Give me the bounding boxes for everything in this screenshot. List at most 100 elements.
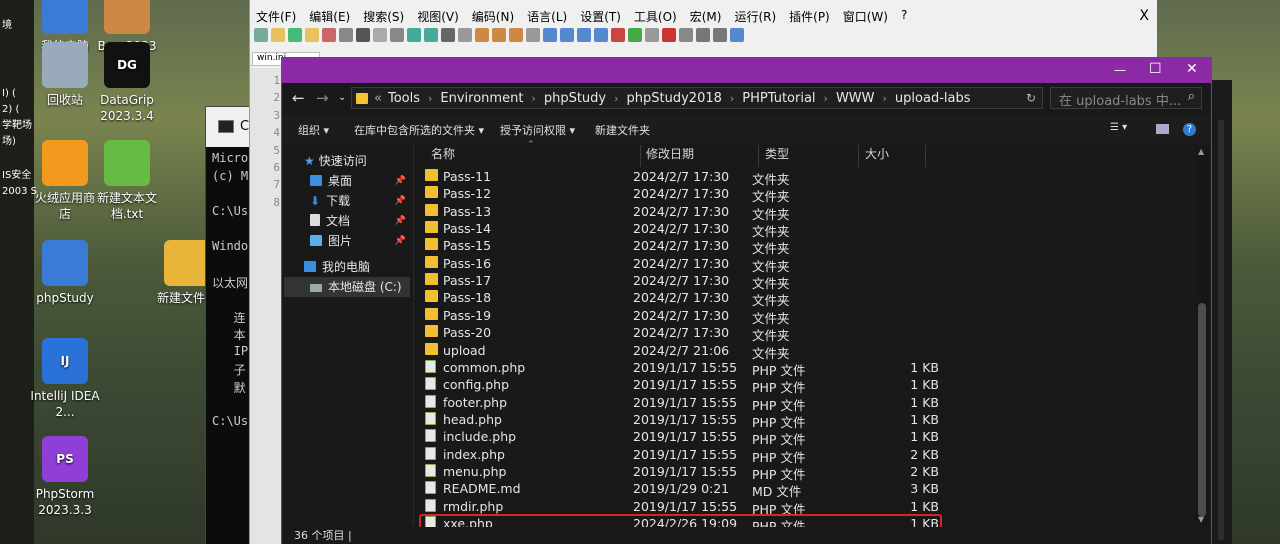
file-row[interactable]: rmdir.php 2019/1/17 15:55 PHP 文件 1 KB bbox=[421, 498, 949, 517]
toolbar-button-icon[interactable] bbox=[611, 28, 625, 42]
toolbar-button-icon[interactable] bbox=[407, 28, 421, 42]
menu-item[interactable]: 插件(P) bbox=[789, 8, 830, 28]
toolbar-button-icon[interactable] bbox=[322, 28, 336, 42]
toolbar-button-icon[interactable] bbox=[645, 28, 659, 42]
toolbar-button-icon[interactable] bbox=[628, 28, 642, 42]
new-folder-button[interactable]: 新建文件夹 bbox=[595, 122, 650, 138]
toolbar-button-icon[interactable] bbox=[288, 28, 302, 42]
menu-item[interactable]: ? bbox=[901, 8, 907, 28]
desktop-item[interactable]: 桌面 📌 bbox=[310, 171, 410, 191]
pane-divider[interactable] bbox=[413, 145, 414, 525]
column-header-date[interactable]: 修改日期 bbox=[646, 145, 694, 165]
recent-locations-icon[interactable]: ⌄ bbox=[338, 92, 346, 103]
toolbar-button-icon[interactable] bbox=[730, 28, 744, 42]
column-header-type[interactable]: 类型 bbox=[765, 145, 789, 165]
local-disk-item[interactable]: 本地磁盘 (C:) bbox=[284, 277, 410, 297]
downloads-item[interactable]: ⬇ 下载 📌 bbox=[310, 191, 410, 211]
maximize-button[interactable]: ☐ bbox=[1149, 61, 1162, 77]
toolbar-button-icon[interactable] bbox=[509, 28, 523, 42]
notepad-close-button[interactable]: X bbox=[1139, 8, 1149, 24]
toolbar-button-icon[interactable] bbox=[594, 28, 608, 42]
file-row[interactable]: Pass-19 2024/2/7 17:30 文件夹 bbox=[421, 307, 949, 326]
breadcrumb-chevron-icon[interactable]: › bbox=[730, 92, 734, 105]
menu-item[interactable]: 宏(M) bbox=[690, 8, 722, 28]
menu-item[interactable]: 文件(F) bbox=[256, 8, 296, 28]
huorong-store-shortcut[interactable]: 火绒应用商店 bbox=[30, 140, 100, 222]
breadcrumb-item[interactable]: WWW bbox=[836, 91, 875, 106]
file-row[interactable]: common.php 2019/1/17 15:55 PHP 文件 1 KB bbox=[421, 359, 949, 378]
file-row[interactable]: config.php 2019/1/17 15:55 PHP 文件 1 KB bbox=[421, 376, 949, 395]
phpstudy-shortcut[interactable]: phpStudy bbox=[30, 240, 100, 306]
breadcrumb-item[interactable]: Environment bbox=[440, 91, 523, 106]
toolbar-button-icon[interactable] bbox=[662, 28, 676, 42]
menu-item[interactable]: 窗口(W) bbox=[843, 8, 888, 28]
breadcrumb-chevron-icon[interactable]: › bbox=[428, 92, 432, 105]
file-row[interactable]: head.php 2019/1/17 15:55 PHP 文件 1 KB bbox=[421, 411, 949, 430]
search-icon[interactable]: ⌕ bbox=[1188, 89, 1195, 104]
toolbar-button-icon[interactable] bbox=[356, 28, 370, 42]
toolbar-button-icon[interactable] bbox=[492, 28, 506, 42]
menu-item[interactable]: 工具(O) bbox=[634, 8, 677, 28]
column-divider[interactable] bbox=[640, 145, 641, 167]
file-row[interactable]: upload 2024/2/7 21:06 文件夹 bbox=[421, 342, 949, 361]
file-row[interactable]: footer.php 2019/1/17 15:55 PHP 文件 1 KB bbox=[421, 394, 949, 413]
toolbar-button-icon[interactable] bbox=[679, 28, 693, 42]
column-divider[interactable] bbox=[858, 145, 859, 167]
phpstorm-shortcut[interactable]: PS PhpStorm 2023.3.3 bbox=[30, 436, 100, 518]
search-input[interactable]: 在 upload-labs 中... ⌕ bbox=[1050, 87, 1202, 109]
recycle-bin-shortcut[interactable]: 回收站 bbox=[30, 42, 100, 108]
help-icon[interactable]: ? bbox=[1183, 123, 1196, 136]
column-header-size[interactable]: 大小 bbox=[865, 145, 889, 165]
file-row[interactable]: Pass-18 2024/2/7 17:30 文件夹 bbox=[421, 289, 949, 308]
menu-item[interactable]: 语言(L) bbox=[527, 8, 567, 28]
file-row[interactable]: Pass-20 2024/2/7 17:30 文件夹 bbox=[421, 324, 949, 343]
scrollbar-thumb[interactable] bbox=[1198, 303, 1206, 517]
file-row[interactable]: Pass-17 2024/2/7 17:30 文件夹 bbox=[421, 272, 949, 291]
address-bar[interactable]: « Tools › Environment › phpStudy › phpStudy201… bbox=[351, 87, 1043, 109]
quick-access-item[interactable]: ★ 快速访问 bbox=[304, 151, 367, 171]
toolbar-button-icon[interactable] bbox=[696, 28, 710, 42]
toolbar-button-icon[interactable] bbox=[543, 28, 557, 42]
file-row[interactable]: include.php 2019/1/17 15:55 PHP 文件 1 KB bbox=[421, 428, 949, 447]
column-header-name[interactable]: 名称 bbox=[431, 145, 455, 165]
file-row[interactable]: menu.php 2019/1/17 15:55 PHP 文件 2 KB bbox=[421, 463, 949, 482]
scroll-down-arrow-icon[interactable]: ▼ bbox=[1198, 515, 1204, 524]
file-row[interactable]: Pass-14 2024/2/7 17:30 文件夹 bbox=[421, 220, 949, 239]
column-divider[interactable] bbox=[925, 145, 926, 167]
file-row[interactable]: Pass-16 2024/2/7 17:30 文件夹 bbox=[421, 255, 949, 274]
file-row[interactable]: Pass-13 2024/2/7 17:30 文件夹 bbox=[421, 203, 949, 222]
toolbar-button-icon[interactable] bbox=[271, 28, 285, 42]
explorer-titlebar[interactable]: — ☐ ✕ bbox=[282, 57, 1211, 83]
toolbar-button-icon[interactable] bbox=[577, 28, 591, 42]
toolbar-button-icon[interactable] bbox=[305, 28, 319, 42]
menu-item[interactable]: 搜索(S) bbox=[363, 8, 404, 28]
include-in-library-button[interactable]: 在库中包含所选的文件夹 ▾ bbox=[354, 122, 484, 138]
forward-arrow-icon[interactable]: → bbox=[316, 89, 329, 107]
toolbar-button-icon[interactable] bbox=[441, 28, 455, 42]
toolbar-button-icon[interactable] bbox=[713, 28, 727, 42]
breadcrumb-chevron-icon[interactable]: › bbox=[883, 92, 887, 105]
minimize-button[interactable]: — bbox=[1114, 63, 1126, 77]
documents-item[interactable]: 文档 📌 bbox=[310, 211, 410, 231]
datagrip-shortcut[interactable]: DG DataGrip 2023.3.4 bbox=[92, 42, 162, 124]
preview-pane-icon[interactable] bbox=[1156, 124, 1169, 134]
file-row[interactable]: Pass-12 2024/2/7 17:30 文件夹 bbox=[421, 185, 949, 204]
breadcrumb-item[interactable]: Tools bbox=[388, 91, 420, 106]
pictures-item[interactable]: 图片 📌 bbox=[310, 231, 410, 251]
breadcrumb-item[interactable]: PHPTutorial bbox=[742, 91, 815, 106]
toolbar-button-icon[interactable] bbox=[475, 28, 489, 42]
intellij-idea-shortcut[interactable]: IJ IntelliJ IDEA 2... bbox=[30, 338, 100, 420]
toolbar-button-icon[interactable] bbox=[560, 28, 574, 42]
toolbar-button-icon[interactable] bbox=[339, 28, 353, 42]
breadcrumb-item[interactable]: upload-labs bbox=[895, 91, 971, 106]
toolbar-button-icon[interactable] bbox=[458, 28, 472, 42]
organize-button[interactable]: 组织 ▾ bbox=[298, 122, 329, 138]
back-arrow-icon[interactable]: ← bbox=[292, 89, 305, 107]
breadcrumb-chevron-icon[interactable]: › bbox=[531, 92, 535, 105]
breadcrumb-chevron-icon[interactable]: › bbox=[614, 92, 618, 105]
file-explorer-window[interactable]: — ☐ ✕ ← → ⌄ « Tools › Environment › phpStudy… bbox=[281, 57, 1212, 544]
menu-item[interactable]: 编辑(E) bbox=[309, 8, 350, 28]
this-pc-item[interactable]: 我的电脑 bbox=[304, 257, 370, 277]
breadcrumb-item[interactable]: phpStudy bbox=[544, 91, 606, 106]
breadcrumb-chevron-icon[interactable]: › bbox=[824, 92, 828, 105]
